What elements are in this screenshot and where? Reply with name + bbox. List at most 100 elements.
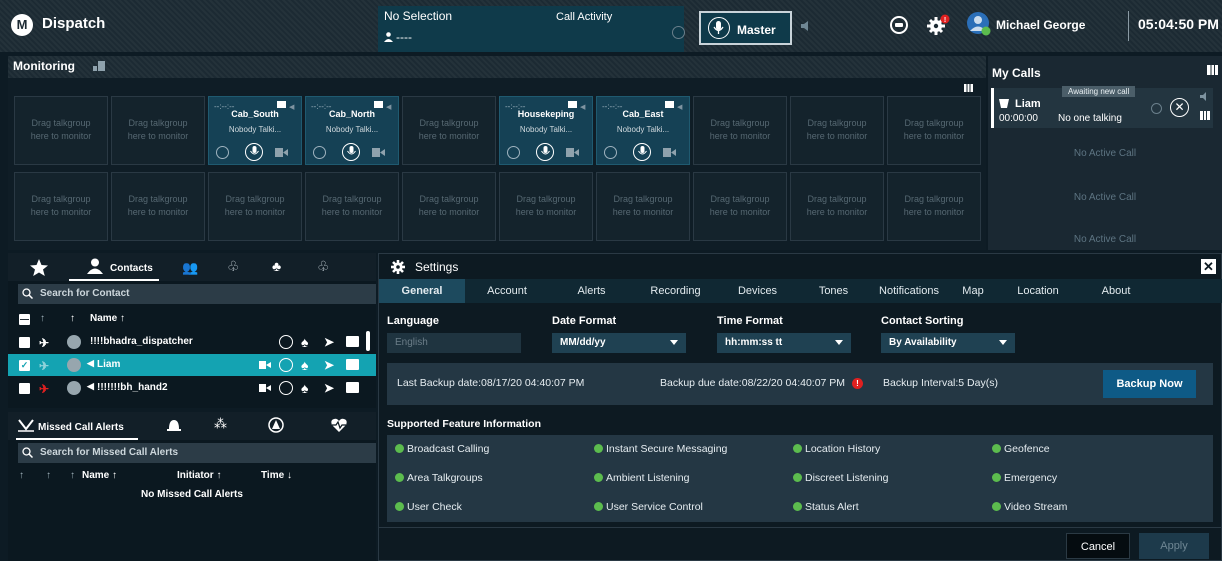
send-location-icon[interactable]: ➤ [324, 358, 334, 372]
message-icon[interactable] [346, 382, 359, 393]
send-location-icon[interactable]: ➤ [324, 381, 334, 395]
alert-bell-icon[interactable] [166, 417, 182, 433]
monitor-tile-empty[interactable]: Drag talkgroup here to monitor [111, 172, 205, 241]
microphone-icon[interactable] [633, 143, 651, 161]
favorites-star-icon[interactable] [30, 259, 48, 276]
microphone-icon[interactable] [279, 335, 293, 349]
name-column-header[interactable]: Name ↑ [90, 313, 125, 324]
contact-sorting-select[interactable]: By Availability [881, 333, 1015, 353]
alert-bell-icon[interactable]: ♠ [301, 380, 308, 396]
apply-button[interactable]: Apply [1139, 533, 1209, 559]
user-avatar[interactable] [966, 11, 992, 37]
monitor-tile-empty[interactable]: Drag talkgroup here to monitor [693, 172, 787, 241]
monitor-tile-empty[interactable]: Drag talkgroup here to monitor [790, 96, 884, 165]
emergency-icon[interactable] [268, 417, 284, 433]
contact-row[interactable]: ✈ !!!!bhadra_dispatcher ♠ ➤ [8, 331, 376, 353]
scrollbar[interactable] [366, 331, 370, 351]
video-icon[interactable] [259, 361, 271, 369]
microphone-icon[interactable] [279, 358, 293, 372]
monitor-tile-empty[interactable]: Drag talkgroup here to monitor [111, 96, 205, 165]
sort-arrow-icon[interactable]: ↑ [19, 470, 24, 481]
monitor-tile-active[interactable]: --:--:-- Cab_South Nobody Talki... ◀ [208, 96, 302, 165]
heartbeat-icon[interactable] [330, 417, 348, 433]
message-icon[interactable] [346, 336, 359, 347]
grid-icon[interactable] [1200, 111, 1210, 120]
add-group-icon[interactable]: ♧ [317, 258, 330, 275]
contact-row[interactable]: ✓ ✈ ◀ Liam ♠ ➤ [8, 354, 376, 376]
grid-icon[interactable] [665, 101, 674, 108]
date-format-select[interactable]: MM/dd/yy [552, 333, 686, 353]
video-icon[interactable] [566, 148, 579, 157]
close-icon[interactable]: ✕ [1201, 259, 1216, 274]
time-column-header[interactable]: Time ↓ [261, 470, 292, 481]
monitor-tile-empty[interactable]: Drag talkgroup here to monitor [305, 172, 399, 241]
video-icon[interactable] [275, 148, 288, 157]
tab-devices[interactable]: Devices [717, 279, 798, 303]
groups-icon[interactable]: 👥 [182, 260, 198, 276]
alert-bell-icon[interactable]: ♠ [301, 357, 308, 373]
tab-general[interactable]: General [379, 279, 465, 303]
sort-arrow-icon[interactable]: ↑ [70, 313, 75, 324]
settings-gear-icon[interactable]: ! [926, 14, 950, 36]
monitor-tile-empty[interactable]: Drag talkgroup here to monitor [402, 96, 496, 165]
microphone-icon[interactable] [279, 381, 293, 395]
headset-icon[interactable] [889, 15, 909, 35]
monitor-tile-active[interactable]: --:--:-- Cab_East Nobody Talki... ◀ [596, 96, 690, 165]
tab-account[interactable]: Account [465, 279, 549, 303]
monitor-tile-empty[interactable]: Drag talkgroup here to monitor [14, 96, 108, 165]
sort-arrow-icon[interactable]: ↑ [46, 470, 51, 481]
time-format-select[interactable]: hh:mm:ss tt [717, 333, 851, 353]
speaker-icon[interactable]: ◀ [677, 101, 682, 114]
sort-arrow-icon[interactable]: ↑ [40, 313, 45, 324]
tab-about[interactable]: About [1079, 279, 1153, 303]
microphone-icon[interactable] [342, 143, 360, 161]
microphone-icon[interactable] [245, 143, 263, 161]
video-icon[interactable] [372, 148, 385, 157]
monitor-tile-empty[interactable]: Drag talkgroup here to monitor [402, 172, 496, 241]
tab-location[interactable]: Location [997, 279, 1079, 303]
contact-row[interactable]: ✈ ◀ !!!!!!!bh_hand2 ♠ ➤ [8, 377, 376, 399]
alert-bell-icon[interactable]: ♠ [301, 334, 308, 350]
end-call-icon[interactable]: ✕ [1170, 98, 1189, 117]
user-name[interactable]: Michael George [996, 18, 1085, 32]
grid-icon[interactable] [1207, 65, 1218, 75]
call-card[interactable]: Awaiting new call Liam 00:00:00 No one t… [991, 86, 1213, 128]
grid-icon[interactable] [568, 101, 577, 108]
tab-recording[interactable]: Recording [634, 279, 717, 303]
video-icon[interactable] [663, 148, 676, 157]
contact-search-input[interactable]: Search for Contact [18, 284, 376, 304]
name-column-header[interactable]: Name ↑ [82, 470, 117, 481]
row-checkbox[interactable] [19, 383, 30, 394]
backup-now-button[interactable]: Backup Now [1103, 370, 1196, 398]
tab-tones[interactable]: Tones [798, 279, 869, 303]
tab-map[interactable]: Map [949, 279, 997, 303]
row-checkbox[interactable] [19, 337, 30, 348]
speaker-icon[interactable]: ◀ [289, 101, 294, 114]
tab-contacts[interactable]: Contacts [69, 255, 159, 281]
multigroup-icon[interactable]: ♣ [272, 258, 281, 274]
presence-icon[interactable]: ⁂ [214, 416, 227, 432]
microphone-icon[interactable] [536, 143, 554, 161]
sort-arrow-icon[interactable]: ↑ [70, 470, 75, 481]
speaker-icon[interactable] [800, 20, 812, 32]
video-icon[interactable] [259, 384, 271, 392]
send-location-icon[interactable]: ➤ [324, 335, 334, 349]
monitor-tile-empty[interactable]: Drag talkgroup here to monitor [790, 172, 884, 241]
speaker-icon[interactable]: ◀ [386, 101, 391, 114]
tab-missed-call-alerts[interactable]: Missed Call Alerts [16, 414, 138, 440]
monitor-tile-active[interactable]: --:--:-- Housekeping Nobody Talki... ◀ [499, 96, 593, 165]
initiator-column-header[interactable]: Initiator ↑ [177, 470, 221, 481]
select-all-checkbox[interactable]: — [19, 314, 30, 325]
monitor-tile-empty[interactable]: Drag talkgroup here to monitor [887, 96, 981, 165]
monitor-tile-empty[interactable]: Drag talkgroup here to monitor [693, 96, 787, 165]
row-checkbox[interactable]: ✓ [19, 360, 30, 371]
tab-alerts[interactable]: Alerts [549, 279, 634, 303]
expand-icon[interactable] [93, 61, 105, 71]
monitor-tile-empty[interactable]: Drag talkgroup here to monitor [208, 172, 302, 241]
call-selection-panel[interactable]: No Selection Call Activity ---- [378, 6, 685, 52]
tab-notifications[interactable]: Notifications [869, 279, 949, 303]
missed-search-input[interactable]: Search for Missed Call Alerts [18, 443, 376, 463]
talkgroup-icon[interactable]: ♧ [227, 258, 240, 275]
monitor-tile-active[interactable]: --:--:-- Cab_North Nobody Talki... ◀ [305, 96, 399, 165]
monitor-tile-empty[interactable]: Drag talkgroup here to monitor [596, 172, 690, 241]
